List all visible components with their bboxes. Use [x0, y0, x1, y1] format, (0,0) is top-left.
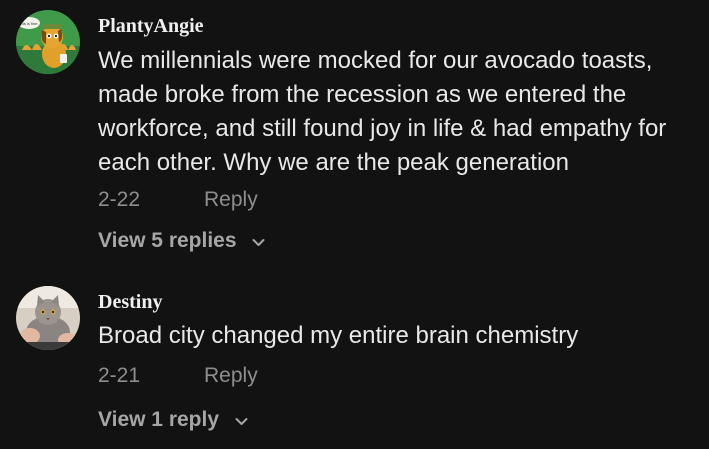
- view-replies-button[interactable]: View 1 reply: [98, 408, 248, 432]
- comment-date: 2-21: [98, 364, 141, 387]
- comment-username[interactable]: Destiny: [98, 291, 162, 314]
- comment-meta: 2-22 Reply: [98, 188, 258, 212]
- avatar-speech-text: this is fine.: [20, 21, 39, 26]
- comment-meta: 2-21 Reply: [98, 364, 258, 388]
- reply-button[interactable]: Reply: [204, 364, 258, 387]
- chevron-down-icon: [235, 408, 248, 432]
- chevron-down-icon: [252, 229, 265, 253]
- view-replies-label: View 5 replies: [98, 229, 237, 252]
- view-replies-label: View 1 reply: [98, 408, 220, 431]
- comment-text: We millennials were mocked for our avoca…: [98, 47, 667, 176]
- this-is-fine-dog-icon: this is fine.: [16, 10, 80, 74]
- cat-photo-icon: [16, 286, 80, 350]
- reply-button[interactable]: Reply: [204, 188, 258, 211]
- comment-text: Broad city changed my entire brain chemi…: [98, 322, 579, 349]
- comment-date: 2-22: [98, 188, 141, 211]
- avatar[interactable]: [16, 286, 80, 350]
- avatar[interactable]: this is fine.: [16, 10, 80, 74]
- comment-username[interactable]: PlantyAngie: [98, 15, 204, 38]
- view-replies-button[interactable]: View 5 replies: [98, 229, 265, 253]
